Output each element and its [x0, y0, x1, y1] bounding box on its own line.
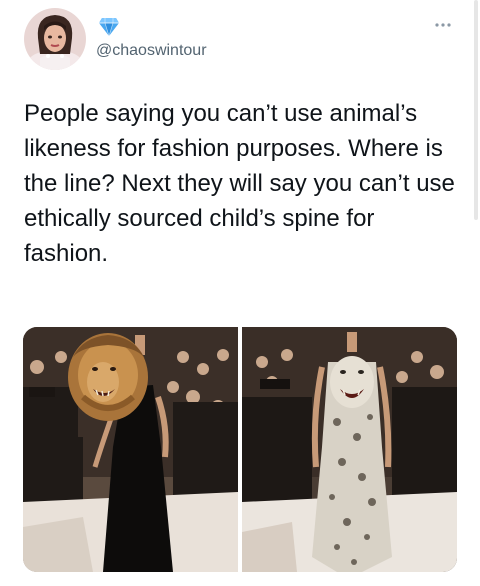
scrollbar[interactable]	[474, 0, 478, 220]
more-options-icon[interactable]	[430, 18, 456, 32]
blue-diamond-icon	[98, 17, 120, 38]
photo-lion-head-gown[interactable]	[23, 327, 238, 572]
photo-snow-leopard-gown[interactable]	[242, 327, 457, 572]
tweet-text: People saying you can’t use animal’s lik…	[24, 100, 455, 267]
avatar[interactable]	[24, 8, 86, 70]
author-handle[interactable]: @chaoswintour	[96, 42, 207, 60]
tweet-media[interactable]	[23, 327, 457, 572]
